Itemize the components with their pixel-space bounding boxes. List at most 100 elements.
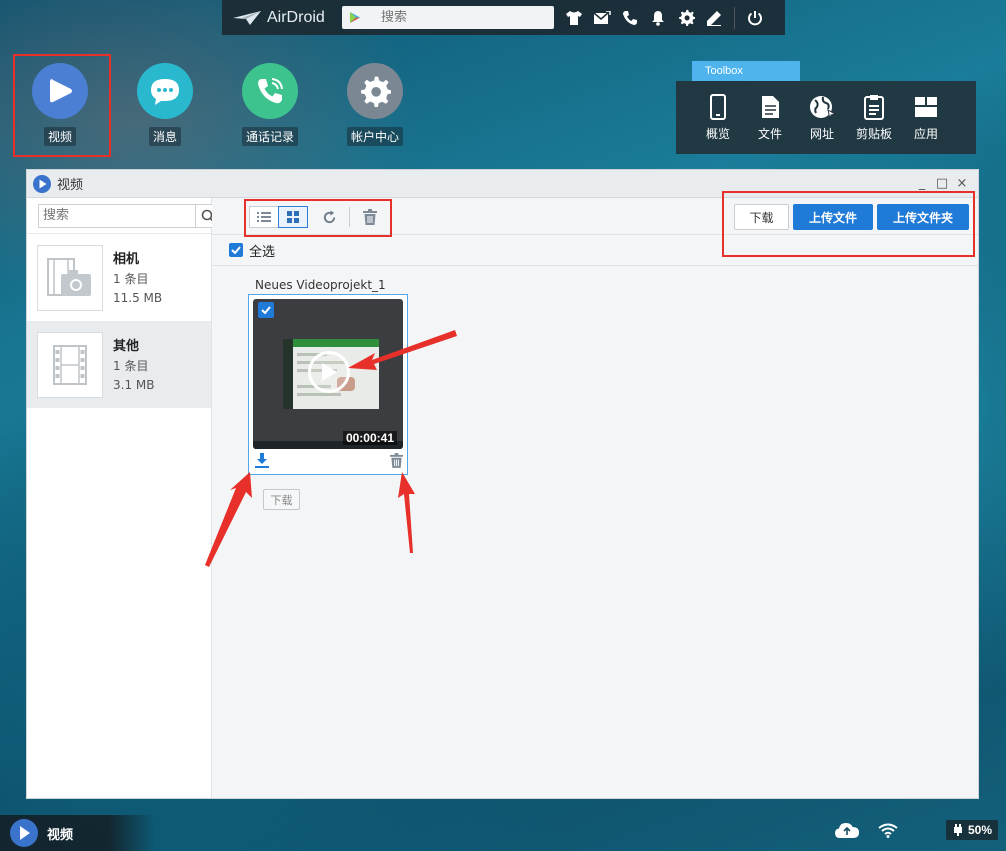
cloud-sync-icon[interactable] (834, 821, 860, 839)
download-icon (255, 453, 269, 468)
toolbox-item-label: 应用 (913, 127, 938, 141)
toolbox-item-label: 概览 (705, 127, 730, 141)
album-camera[interactable]: 相机 1 条目 11.5 MB (27, 234, 211, 321)
list-view-button[interactable] (249, 206, 279, 228)
album-size: 11.5 MB (113, 290, 163, 305)
checkmark-icon (261, 306, 271, 314)
card-delete-button[interactable] (390, 453, 403, 471)
video-app-icon (10, 819, 38, 847)
top-search-box[interactable] (342, 6, 554, 29)
globe-icon (796, 93, 848, 121)
tshirt-icon[interactable] (561, 5, 587, 31)
toolbox-item-clipboard[interactable]: 剪贴板 (848, 93, 900, 142)
mail-icon[interactable] (589, 5, 615, 31)
top-bar: AirDroid (222, 0, 785, 35)
grid-view-button[interactable] (278, 206, 308, 228)
google-play-icon (349, 11, 361, 24)
toolbox-panel: 概览 文件 网址 剪贴板 应用 (676, 81, 976, 154)
toolbox-tab[interactable]: Toolbox (692, 61, 800, 81)
play-icon[interactable] (308, 351, 350, 393)
toolbox-item-label: 网址 (809, 127, 834, 141)
clipboard-icon (848, 93, 900, 121)
album-search-input[interactable] (39, 204, 195, 227)
delete-button[interactable] (358, 206, 382, 228)
close-button[interactable]: × (952, 176, 972, 191)
select-all-label: 全选 (249, 244, 276, 260)
upload-folder-button[interactable]: 上传文件夹 (877, 204, 969, 230)
toolbox-item-label: 文件 (757, 127, 782, 141)
album-name: 其他 (113, 338, 140, 354)
wifi-icon[interactable] (878, 823, 898, 838)
video-window: 视频 _ □ × 相机 1 条目 11.5 MB (26, 169, 979, 799)
upload-file-button[interactable]: 上传文件 (793, 204, 873, 230)
desktop-icon-messages[interactable]: 消息 (125, 63, 205, 146)
desktop-icon-label: 消息 (148, 127, 181, 146)
system-tray: 50% (834, 820, 998, 840)
select-all-row[interactable]: 全选 (212, 235, 978, 266)
toolbox-item-files[interactable]: 文件 (744, 93, 796, 142)
desktop-icon-label: 帐户中心 (346, 127, 403, 146)
desktop-icon-label: 视频 (43, 127, 76, 146)
album-size: 3.1 MB (113, 377, 155, 392)
desktop-icon-call-log[interactable]: 通话记录 (230, 63, 310, 146)
toolbox-item-url[interactable]: 网址 (796, 93, 848, 142)
paper-plane-icon (233, 10, 261, 25)
apps-icon (900, 93, 952, 121)
power-icon[interactable] (742, 5, 768, 31)
download-button[interactable]: 下载 (734, 204, 789, 230)
toolbox-item-overview[interactable]: 概览 (692, 93, 744, 142)
dock-app-label: 视频 (47, 827, 74, 843)
pen-icon[interactable] (701, 5, 727, 31)
toolbox-item-apps[interactable]: 应用 (900, 93, 952, 142)
battery-status: 50% (945, 820, 998, 840)
window-titlebar[interactable]: 视频 _ □ × (27, 170, 978, 198)
window-title: 视频 (57, 178, 84, 193)
select-all-checkbox[interactable] (229, 243, 243, 257)
checkmark-icon (231, 246, 241, 254)
album-count: 1 条目 (113, 271, 149, 286)
battery-percent: 50% (967, 823, 992, 837)
maximize-button[interactable]: □ (932, 176, 952, 191)
call-log-icon (242, 63, 298, 119)
list-view-icon (257, 212, 271, 222)
content-toolbar: 下载 上传文件 上传文件夹 (212, 198, 978, 235)
gear-icon[interactable] (673, 5, 699, 31)
group-title: Neues Videoprojekt_1 (255, 278, 386, 292)
album-other[interactable]: 其他 1 条目 3.1 MB (27, 321, 211, 408)
trash-icon (363, 209, 377, 225)
album-sidebar: 相机 1 条目 11.5 MB 其他 1 条目 3.1 MB (27, 198, 221, 798)
grid-view-icon (287, 211, 299, 223)
airdroid-logo[interactable]: AirDroid (232, 9, 342, 27)
album-search-box (38, 203, 221, 228)
toolbox-item-label: 剪贴板 (855, 127, 892, 141)
brand-name: AirDroid (267, 8, 325, 26)
desktop-icon-account-center[interactable]: 帐户中心 (335, 63, 415, 146)
video-thumbnail[interactable]: 00:00:41 (253, 299, 403, 449)
video-duration: 00:00:41 (342, 431, 397, 445)
card-download-button[interactable] (255, 453, 269, 471)
minimize-button[interactable]: _ (912, 176, 932, 191)
message-icon (137, 63, 193, 119)
top-search-input[interactable] (367, 10, 537, 25)
desktop-icon-video[interactable]: 视频 (20, 63, 100, 146)
dock-running-app[interactable]: 视频 (0, 815, 155, 851)
album-count: 1 条目 (113, 358, 149, 373)
film-strip-icon (37, 331, 103, 398)
file-icon (744, 93, 796, 121)
trash-icon (390, 453, 403, 468)
download-selected-button[interactable]: 下载 (263, 489, 300, 510)
desktop-icon-label: 通话记录 (241, 127, 298, 146)
charging-plug-icon (953, 824, 962, 836)
video-app-icon (33, 174, 51, 193)
video-play-icon (32, 63, 88, 119)
toolbar-divider (349, 207, 350, 227)
phone-device-icon (692, 93, 744, 121)
phone-icon[interactable] (617, 5, 643, 31)
settings-icon (347, 63, 403, 119)
refresh-icon (323, 209, 335, 223)
refresh-button[interactable] (317, 206, 341, 228)
video-card[interactable]: 00:00:41 (248, 294, 408, 475)
video-checkbox[interactable] (258, 302, 274, 318)
bell-icon[interactable] (645, 5, 671, 31)
camera-film-icon (37, 244, 103, 311)
